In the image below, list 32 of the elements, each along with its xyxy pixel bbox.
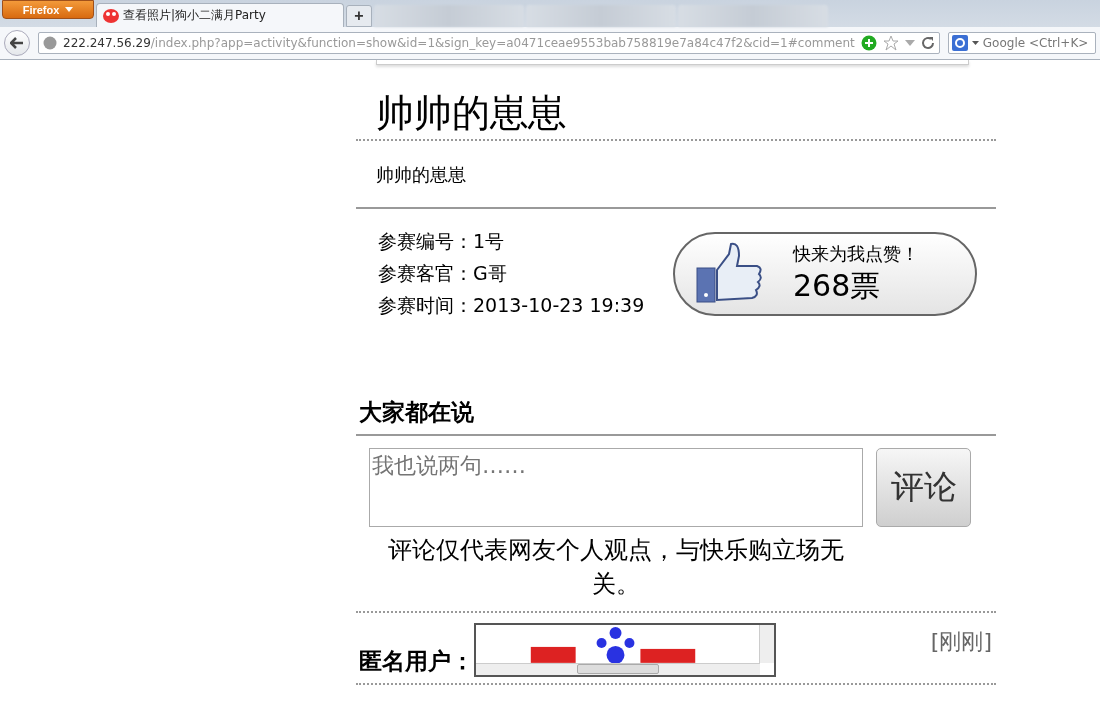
caret-icon	[65, 7, 74, 12]
photo-title: 帅帅的崽崽	[356, 65, 996, 141]
google-g-icon	[951, 35, 968, 51]
back-button[interactable]	[4, 30, 30, 56]
back-arrow-icon	[10, 37, 24, 49]
tab-favicon-icon	[103, 8, 119, 23]
search-field[interactable]: Google <Ctrl+K>	[947, 32, 1096, 54]
comment-notice: 评论仅代表网友个人观点，与快乐购立场无关。	[387, 535, 845, 600]
go-icon	[860, 35, 877, 51]
blurred-tab[interactable]	[374, 5, 524, 27]
photo-description: 帅帅的崽崽	[356, 141, 996, 209]
comment-time: [刚刚]	[930, 628, 992, 656]
blurred-tab[interactable]	[526, 5, 676, 27]
star-icon[interactable]	[882, 35, 899, 51]
comment-input[interactable]: 我也说两句……	[369, 448, 863, 527]
caret-icon	[971, 41, 979, 45]
submit-button[interactable]: 评论	[876, 448, 971, 527]
globe-icon	[43, 36, 57, 50]
comments-heading: 大家都在说	[356, 397, 996, 436]
detail-line: 参赛客官：G哥	[378, 261, 508, 286]
detail-line: 参赛编号：1号	[378, 229, 506, 254]
blurred-tab[interactable]	[678, 5, 828, 27]
browser-tab[interactable]: 查看照片|狗小二满月Party	[96, 3, 344, 27]
vote-button[interactable]: 快来为我点赞！ 268票	[673, 232, 977, 316]
reload-icon[interactable]	[920, 36, 935, 50]
detail-line: 参赛时间：2013-10-23 19:39	[378, 293, 645, 318]
new-tab-button[interactable]: +	[346, 5, 372, 27]
comment-author: 匿名用户：	[359, 647, 474, 676]
address-bar[interactable]: 222.247.56.29/index.php?app=activity&function=show&id=1&sign_key=a0471ceae9553bab758819e7a84c47f2&cid=1#comment	[38, 32, 940, 54]
dropdown-icon[interactable]	[904, 40, 915, 46]
thumbs-up-icon	[695, 242, 765, 306]
vertical-scrollbar[interactable]	[759, 625, 774, 663]
